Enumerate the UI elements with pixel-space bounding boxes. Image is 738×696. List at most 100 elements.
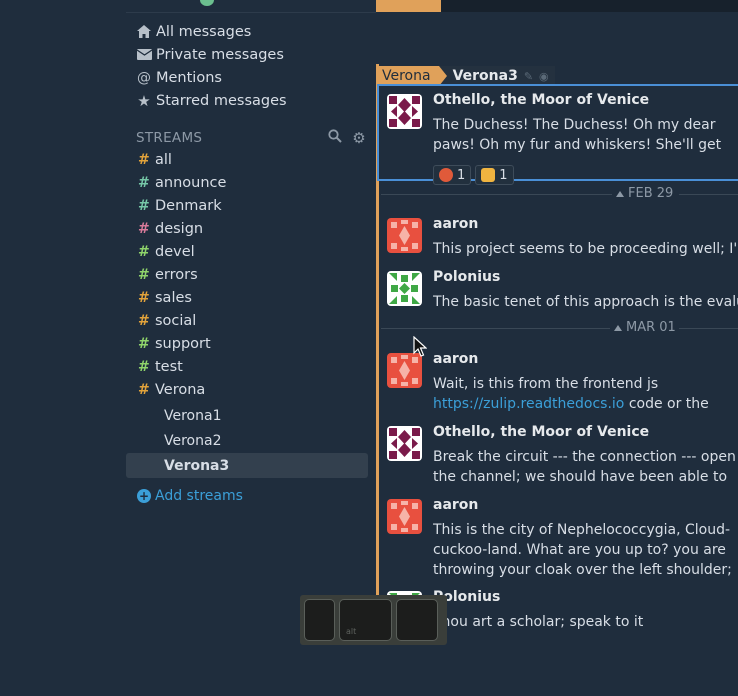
- stream-item-design[interactable]: # design: [126, 217, 376, 240]
- filter-label: Mentions: [156, 69, 222, 86]
- key-alt: alt: [339, 599, 392, 641]
- stream-name: all: [155, 151, 172, 168]
- stream-hash-icon: #: [138, 220, 150, 237]
- message-content: Wait, is this from the frontend js https…: [433, 374, 738, 414]
- filter-mentions[interactable]: @ Mentions: [126, 66, 376, 89]
- stream-item-support[interactable]: # support: [126, 332, 376, 355]
- stream-hash-icon: #: [138, 335, 150, 352]
- message-sender[interactable]: aaron: [433, 351, 478, 367]
- avatar[interactable]: [387, 218, 422, 253]
- message-sender[interactable]: aaron: [433, 216, 478, 232]
- topic-name: Verona3: [164, 457, 230, 474]
- message-content: Thou art a scholar; speak to it: [433, 614, 644, 630]
- stream-hash-icon: #: [138, 312, 150, 329]
- stream-item-sales[interactable]: # sales: [126, 286, 376, 309]
- message-content: This is the city of Nephelococcygia, Clo…: [433, 522, 732, 578]
- divider: [126, 12, 376, 13]
- date-label: MAR 01: [626, 320, 676, 335]
- stream-hash-icon: #: [138, 197, 150, 214]
- stream-name: social: [155, 312, 197, 329]
- recipient-bar: Verona Verona3 ✎ ◉: [378, 66, 555, 86]
- top-navbar: [0, 0, 738, 12]
- search-bar[interactable]: [441, 0, 738, 12]
- stream-name: support: [155, 335, 211, 352]
- message-content: This project seems to be proceeding well…: [433, 241, 738, 257]
- streams-header: STREAMS ⚙: [136, 129, 366, 147]
- mute-eye-icon[interactable]: ◉: [539, 70, 549, 83]
- message-sender[interactable]: Othello, the Moor of Venice: [433, 424, 649, 440]
- navbar-stream-tab[interactable]: [376, 0, 441, 12]
- topic-item-verona1[interactable]: Verona1: [126, 403, 376, 428]
- star-icon: ★: [137, 91, 151, 110]
- at-icon: @: [137, 69, 151, 86]
- filter-label: Starred messages: [156, 92, 287, 109]
- avatar[interactable]: [387, 353, 422, 388]
- org-logo-icon[interactable]: [200, 0, 214, 6]
- stream-item-denmark[interactable]: # Denmark: [126, 194, 376, 217]
- reaction-octopus[interactable]: 1: [433, 165, 472, 185]
- envelope-icon: [136, 48, 152, 62]
- edit-pencil-icon[interactable]: ✎: [524, 70, 533, 83]
- global-filters: All messages Private messages @ Mentions…: [126, 20, 376, 112]
- stream-hash-icon: #: [138, 174, 150, 191]
- message-sender[interactable]: Polonius: [433, 269, 500, 285]
- filter-private-messages[interactable]: Private messages: [126, 43, 376, 66]
- stream-item-social[interactable]: # social: [126, 309, 376, 332]
- recipient-topic-label: Verona3: [452, 68, 518, 84]
- stream-item-all[interactable]: # all: [126, 148, 376, 171]
- message-row[interactable]: aaron This is the city of Nephelococcygi…: [379, 497, 738, 583]
- topic-item-verona3[interactable]: Verona3: [126, 453, 368, 478]
- key-cmd: [304, 599, 335, 641]
- avatar[interactable]: [387, 426, 422, 461]
- stream-hash-icon: #: [138, 151, 150, 168]
- add-streams-link[interactable]: + Add streams: [137, 488, 243, 504]
- message-row[interactable]: Polonius The basic tenet of this approac…: [379, 269, 738, 319]
- stream-name: Denmark: [155, 197, 222, 214]
- message-content: The Duchess! The Duchess! Oh my dear paw…: [433, 117, 722, 153]
- search-icon[interactable]: [328, 129, 342, 147]
- avatar[interactable]: [387, 94, 422, 129]
- stream-item-errors[interactable]: # errors: [126, 263, 376, 286]
- add-streams-label: Add streams: [155, 488, 243, 504]
- avatar[interactable]: [387, 271, 422, 306]
- stream-item-announce[interactable]: # announce: [126, 171, 376, 194]
- octopus-emoji-icon: [439, 168, 453, 182]
- filter-starred-messages[interactable]: ★ Starred messages: [126, 89, 376, 112]
- topic-item-verona2[interactable]: Verona2: [126, 428, 376, 453]
- key-ctrl: [396, 599, 438, 641]
- recipient-stream[interactable]: Verona: [378, 66, 447, 86]
- stream-item-devel[interactable]: # devel: [126, 240, 376, 263]
- stream-hash-icon: #: [138, 243, 150, 260]
- message-sender[interactable]: Othello, the Moor of Venice: [433, 92, 649, 108]
- recipient-topic[interactable]: Verona3 ✎ ◉: [438, 66, 555, 86]
- reaction-count: 1: [499, 167, 508, 183]
- stream-name: design: [155, 220, 204, 237]
- message-row[interactable]: Othello, the Moor of Venice The Duchess!…: [379, 92, 738, 185]
- message-sender[interactable]: aaron: [433, 497, 478, 513]
- stream-name: Verona: [155, 381, 206, 398]
- stream-hash-icon: #: [138, 289, 150, 306]
- reaction-rock-on[interactable]: 1: [475, 165, 514, 185]
- left-sidebar: All messages Private messages @ Mentions…: [126, 20, 376, 504]
- stream-name: announce: [155, 174, 227, 191]
- message-row[interactable]: aaron Wait, is this from the frontend js…: [379, 351, 738, 417]
- date-separator: FEB 29: [379, 186, 738, 202]
- filter-all-messages[interactable]: All messages: [126, 20, 376, 43]
- message-row[interactable]: aaron This project seems to be proceedin…: [379, 216, 738, 266]
- rock-on-emoji-icon: [481, 168, 496, 182]
- avatar[interactable]: [387, 499, 422, 534]
- filter-label: All messages: [156, 23, 252, 40]
- topic-name: Verona1: [164, 407, 222, 424]
- filter-label: Private messages: [156, 46, 284, 63]
- message-link[interactable]: https://zulip.readthedocs.io: [433, 396, 624, 412]
- topic-name: Verona2: [164, 432, 222, 449]
- message-row[interactable]: Othello, the Moor of Venice Break the ci…: [379, 424, 738, 490]
- gear-icon[interactable]: ⚙: [352, 129, 366, 147]
- stream-item-verona[interactable]: # Verona: [126, 378, 376, 401]
- collapse-triangle-icon: [614, 324, 622, 331]
- stream-item-test[interactable]: # test: [126, 355, 376, 378]
- stream-hash-icon: #: [138, 358, 150, 375]
- stream-name: test: [155, 358, 183, 375]
- reactions: 1 1: [433, 165, 514, 185]
- message-content: Break the circuit --- the connection ---…: [433, 449, 736, 485]
